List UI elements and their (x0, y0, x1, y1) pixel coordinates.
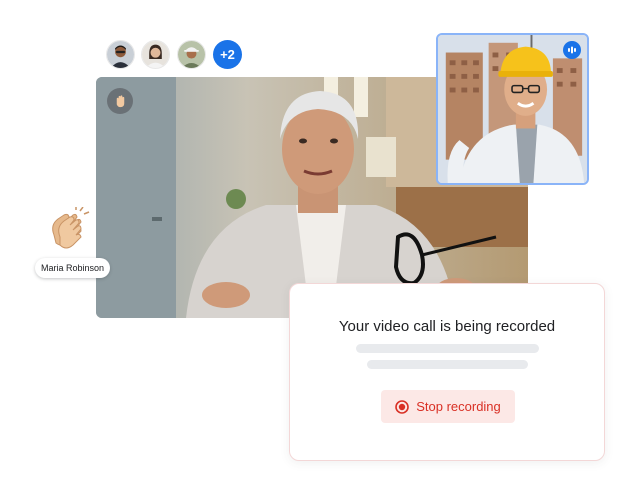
clapping-hands-icon (52, 207, 90, 249)
placeholder-line (367, 360, 528, 369)
raised-hand-icon[interactable] (107, 88, 133, 114)
self-view-tile (436, 33, 589, 185)
reaction-sender-name: Maria Robinson (35, 258, 111, 278)
audio-levels-icon (563, 41, 581, 59)
record-icon (395, 399, 410, 414)
recording-notice-card: Your video call is being recorded Stop r… (289, 283, 605, 461)
participant-avatar[interactable] (141, 40, 170, 69)
stop-recording-label: Stop recording (416, 399, 501, 414)
participant-avatar[interactable] (177, 40, 206, 69)
more-participants-badge[interactable]: +2 (213, 40, 242, 69)
reaction-bubble: Maria Robinson (30, 207, 111, 278)
placeholder-line (356, 344, 539, 353)
stop-recording-button[interactable]: Stop recording (381, 390, 515, 423)
recording-notice-title: Your video call is being recorded (338, 318, 556, 335)
participant-avatar[interactable] (106, 40, 135, 69)
